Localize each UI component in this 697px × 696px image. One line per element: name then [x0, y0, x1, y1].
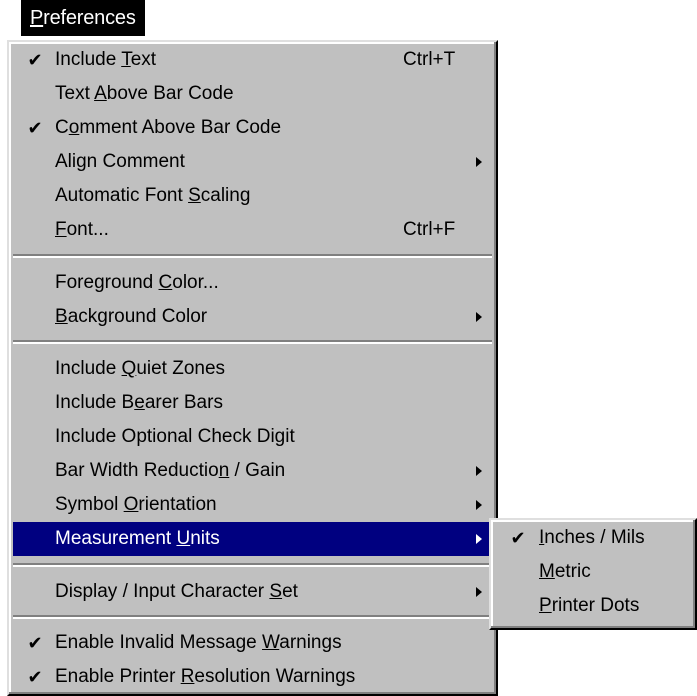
menu-item-label: Include Quiet Zones	[55, 358, 226, 379]
preferences-dropdown-menu: ✔ Include Text Ctrl+T Text Above Bar Cod…	[7, 40, 498, 696]
menu-item-enable-invalid-message-warnings[interactable]: ✔ Enable Invalid Message Warnings	[13, 626, 492, 660]
menu-item-text-above-bar-code[interactable]: Text Above Bar Code	[13, 77, 492, 111]
menu-item-label: Bar Width Reduction / Gain	[55, 460, 286, 481]
menu-item-label: Enable Printer Resolution Warnings	[55, 666, 356, 687]
menu-item-label: Foreground Color...	[55, 272, 219, 293]
menu-item-label: Inches / Mils	[539, 527, 645, 548]
menu-item-label: Metric	[539, 561, 591, 582]
menu-item-align-comment[interactable]: Align Comment	[13, 145, 492, 179]
menu-item-label: Enable Invalid Message Warnings	[55, 632, 342, 653]
menu-item-label: Measurement Units	[55, 528, 220, 549]
menu-separator	[13, 254, 492, 258]
checkmark-icon: ✔	[27, 118, 43, 138]
menu-item-label: Include Bearer Bars	[55, 392, 223, 413]
menu-title-accelerator: P	[30, 7, 44, 29]
checkmark-icon: ✔	[27, 50, 43, 70]
submenu-item-inches-mils[interactable]: ✔ Inches / Mils	[495, 521, 691, 555]
menu-item-label: Symbol Orientation	[55, 494, 217, 515]
submenu-item-metric[interactable]: Metric	[495, 555, 691, 589]
menu-item-comment-above-bar-code[interactable]: ✔ Comment Above Bar Code	[13, 111, 492, 145]
menu-separator	[13, 340, 492, 344]
menu-item-label: Font...	[55, 219, 109, 240]
menu-item-label: Automatic Font Scaling	[55, 185, 251, 206]
menu-item-foreground-color[interactable]: Foreground Color...	[13, 266, 492, 300]
menu-item-label: Display / Input Character Set	[55, 581, 298, 602]
menu-item-include-text[interactable]: ✔ Include Text Ctrl+T	[13, 43, 492, 77]
menu-item-symbol-orientation[interactable]: Symbol Orientation	[13, 488, 492, 522]
menu-item-include-bearer-bars[interactable]: Include Bearer Bars	[13, 386, 492, 420]
submenu-arrow-icon	[476, 312, 482, 322]
submenu-arrow-icon	[476, 466, 482, 476]
menu-item-label: Include Text	[55, 49, 157, 70]
submenu-arrow-icon	[476, 500, 482, 510]
menu-separator	[13, 563, 492, 567]
screen: Preferences ✔ Include Text Ctrl+T Text A…	[0, 0, 697, 696]
menu-item-measurement-units[interactable]: Measurement Units	[13, 522, 492, 556]
menu-item-background-color[interactable]: Background Color	[13, 300, 492, 334]
submenu-arrow-icon	[476, 157, 482, 167]
menu-item-label: Comment Above Bar Code	[55, 117, 282, 138]
measurement-units-submenu: ✔ Inches / Mils Metric Printer Dots	[489, 518, 697, 630]
checkmark-icon: ✔	[27, 667, 43, 687]
menu-item-label: Printer Dots	[539, 595, 640, 616]
submenu-arrow-icon	[476, 534, 482, 544]
menu-item-include-optional-check-digit[interactable]: Include Optional Check Digit	[13, 420, 492, 454]
menu-item-label: Align Comment	[55, 151, 185, 172]
menu-item-font[interactable]: Font... Ctrl+F	[13, 213, 492, 247]
menu-item-display-input-character-set[interactable]: Display / Input Character Set	[13, 575, 492, 609]
menu-item-bar-width-reduction-gain[interactable]: Bar Width Reduction / Gain	[13, 454, 492, 488]
preferences-menu-title[interactable]: Preferences	[21, 0, 145, 36]
checkmark-icon: ✔	[510, 528, 526, 548]
menu-title-text: references	[43, 7, 136, 29]
menu-item-label: Background Color	[55, 306, 208, 327]
menu-item-label: Include Optional Check Digit	[55, 426, 295, 447]
menu-item-automatic-font-scaling[interactable]: Automatic Font Scaling	[13, 179, 492, 213]
menu-separator	[13, 615, 492, 619]
shortcut-label: Ctrl+F	[403, 219, 456, 240]
menu-item-include-quiet-zones[interactable]: Include Quiet Zones	[13, 352, 492, 386]
checkmark-icon: ✔	[27, 633, 43, 653]
submenu-arrow-icon	[476, 587, 482, 597]
menu-item-label: Text Above Bar Code	[55, 83, 234, 104]
shortcut-label: Ctrl+T	[403, 49, 456, 70]
menu-item-enable-printer-resolution-warnings[interactable]: ✔ Enable Printer Resolution Warnings	[13, 660, 492, 694]
submenu-item-printer-dots[interactable]: Printer Dots	[495, 589, 691, 623]
